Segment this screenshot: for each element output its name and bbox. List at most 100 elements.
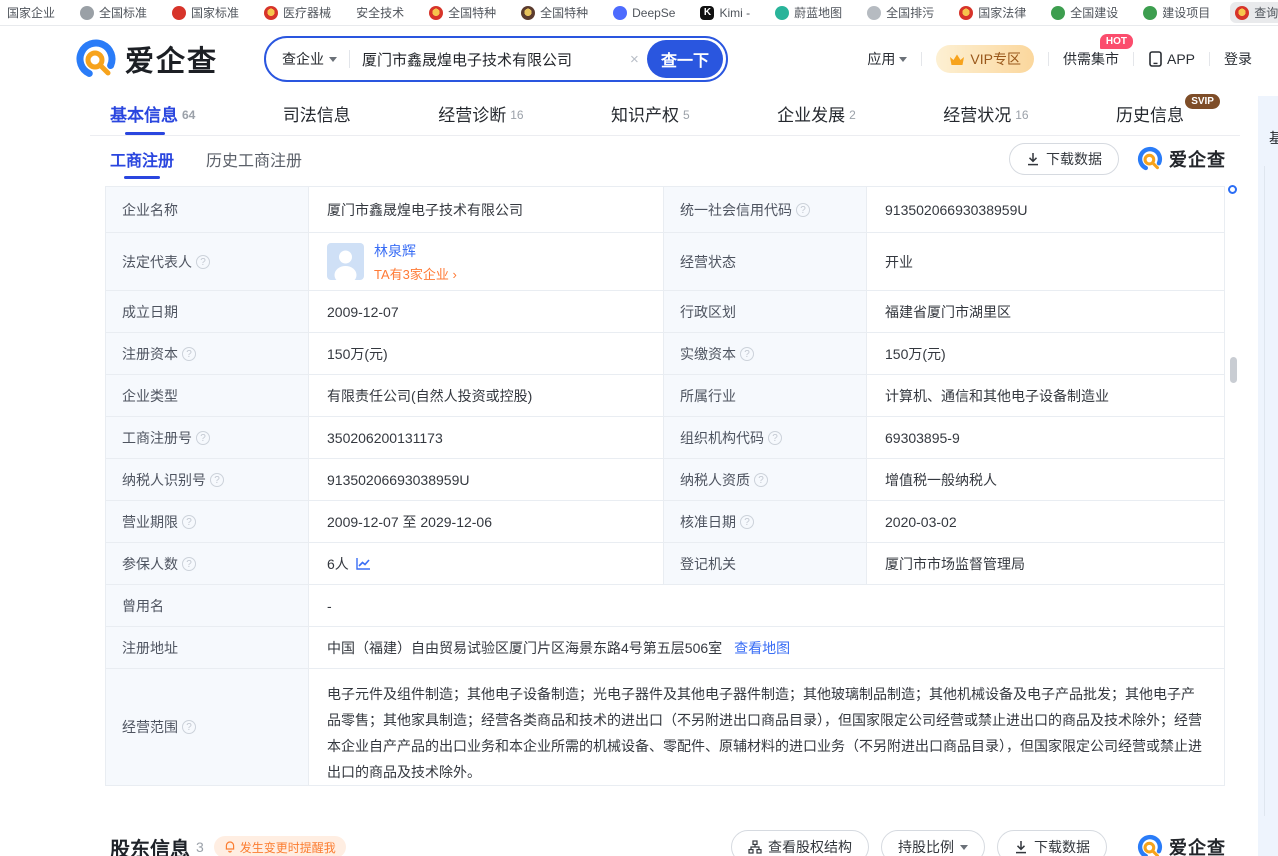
scrollbar-thumb[interactable] <box>1230 357 1237 383</box>
taxpayer-qualification-value: 增值税一般纳税人 <box>867 459 1226 500</box>
bookmark-item[interactable]: 国家标准 <box>167 2 244 23</box>
tab-company-development[interactable]: 企业发展2 <box>777 92 856 135</box>
help-icon[interactable] <box>196 255 210 269</box>
download-icon <box>1026 152 1040 166</box>
clear-search-icon[interactable]: × <box>630 51 639 68</box>
business-scope-value: 电子元件及组件制造；其他电子设备制造；光电子器件及其他电子器件制造；其他玻璃制品… <box>309 669 1224 785</box>
subtab-business-registration[interactable]: 工商注册 <box>110 139 174 179</box>
bookmark-item[interactable]: 全国建设 <box>1046 2 1123 23</box>
trend-chart-icon[interactable] <box>356 557 371 570</box>
registered-address-value: 中国（福建）自由贸易试验区厦门片区海景东路4号第五层506室 查看地图 <box>309 627 1224 668</box>
field-label: 法定代表人 <box>106 233 309 290</box>
org-code-value: 69303895-9 <box>867 417 1226 458</box>
table-row: 曾用名 - <box>106 585 1224 627</box>
bookmark-item[interactable]: 医疗器械 <box>259 2 336 23</box>
tab-history-info[interactable]: 历史信息 SVIP <box>1116 92 1184 135</box>
change-reminder-button[interactable]: 发生变更时提醒我 <box>214 836 346 856</box>
vip-zone-button[interactable]: VIP专区 <box>936 45 1034 73</box>
company-name-value: 厦门市鑫晟煌电子技术有限公司 <box>309 187 664 232</box>
anchor-current-dot[interactable] <box>1228 185 1237 194</box>
bookmark-item[interactable]: 国家法律 <box>954 2 1031 23</box>
shareholders-actions: 查看股权结构 持股比例 下载数据 爱企查 <box>731 830 1228 856</box>
chevron-down-icon <box>960 845 968 850</box>
tab-intellectual-property[interactable]: 知识产权5 <box>611 92 690 135</box>
shareholders-section-header: 股东信息 3 发生变更时提醒我 查看股权结构 持股比例 <box>90 830 1240 856</box>
tab-judicial-info[interactable]: 司法信息 <box>283 92 351 135</box>
help-icon[interactable] <box>740 515 754 529</box>
bookmark-item[interactable]: 全国排污 <box>862 2 939 23</box>
field-label: 纳税人识别号 <box>106 459 309 500</box>
avatar[interactable] <box>327 243 364 280</box>
bookmark-item[interactable]: 安全技术 <box>351 2 409 23</box>
anchor-nav-strip: 基 <box>1258 96 1278 856</box>
apps-menu[interactable]: 应用 <box>867 49 907 69</box>
view-equity-structure-button[interactable]: 查看股权结构 <box>731 830 869 856</box>
credit-code-value: 91350206693038959U <box>867 187 1226 232</box>
download-data-button[interactable]: 下载数据 <box>997 830 1107 856</box>
industry-value: 计算机、通信和其他电子设备制造业 <box>867 375 1226 416</box>
help-icon[interactable] <box>768 431 782 445</box>
tab-operating-status[interactable]: 经营状况16 <box>943 92 1028 135</box>
legal-rep-name-link[interactable]: 林泉辉 <box>374 243 416 259</box>
field-label: 注册地址 <box>106 627 309 668</box>
aiqicha-logo-icon <box>75 38 117 80</box>
download-data-button[interactable]: 下载数据 <box>1009 143 1119 175</box>
supply-market-link[interactable]: 供需集市 HOT <box>1063 49 1119 69</box>
table-row: 法定代表人 林泉辉 TA有3家企业 › 经营状态 开业 <box>106 233 1224 291</box>
divider <box>1133 52 1134 66</box>
help-icon[interactable] <box>796 203 810 217</box>
table-row: 参保人数 6人 登记机关 厦门市市场监督管理局 <box>106 543 1224 585</box>
tab-basic-info[interactable]: 基本信息64 <box>110 92 195 135</box>
bookmark-item[interactable]: 蔚蓝地图 <box>770 2 847 23</box>
table-row: 营业期限 2009-12-07 至 2029-12-06 核准日期 2020-0… <box>106 501 1224 543</box>
help-icon[interactable] <box>196 431 210 445</box>
aiqicha-watermark: 爱企查 <box>1137 146 1226 172</box>
registration-authority-value: 厦门市市场监督管理局 <box>867 543 1226 584</box>
crown-icon <box>949 53 965 66</box>
divider <box>921 52 922 66</box>
bookmark-item[interactable]: 全国标准 <box>75 2 152 23</box>
help-icon[interactable] <box>210 473 224 487</box>
help-icon[interactable] <box>182 347 196 361</box>
browser-bookmarks-bar: 国家企业 全国标准 国家标准 医疗器械 安全技术 全国特种 全国特种 DeepS… <box>0 0 1278 26</box>
bookmark-item[interactable]: 建设项目 <box>1138 2 1215 23</box>
green-favicon-icon <box>1051 6 1065 20</box>
subtab-history-registration[interactable]: 历史工商注册 <box>206 139 302 179</box>
bookmark-item[interactable]: 全国特种 <box>516 2 593 23</box>
help-icon[interactable] <box>182 720 196 734</box>
aiqicha-logo[interactable]: 爱企查 <box>75 38 218 80</box>
chevron-down-icon <box>899 57 907 62</box>
shareholding-ratio-dropdown[interactable]: 持股比例 <box>881 830 985 856</box>
bookmark-item[interactable]: KKimi - <box>695 4 755 22</box>
app-download-link[interactable]: APP <box>1148 51 1195 67</box>
search-category-dropdown[interactable]: 查企业 <box>282 49 337 69</box>
field-label: 企业类型 <box>106 375 309 416</box>
help-icon[interactable] <box>182 557 196 571</box>
badge-favicon-icon <box>521 6 535 20</box>
help-icon[interactable] <box>182 515 196 529</box>
table-row: 成立日期 2009-12-07 行政区划 福建省厦门市湖里区 <box>106 291 1224 333</box>
view-map-link[interactable]: 查看地图 <box>734 638 790 658</box>
bell-icon <box>224 841 236 853</box>
field-label: 参保人数 <box>106 543 309 584</box>
bookmark-item-active[interactable]: 查询服务 <box>1230 2 1278 23</box>
help-icon[interactable] <box>754 473 768 487</box>
search-button[interactable]: 查一下 <box>647 40 723 78</box>
bookmark-item[interactable]: DeepSe <box>608 4 680 22</box>
table-row: 纳税人识别号 91350206693038959U 纳税人资质 增值税一般纳税人 <box>106 459 1224 501</box>
section-tabs: 基本信息64 司法信息 经营诊断16 知识产权5 企业发展2 经营状况16 历史… <box>90 92 1240 136</box>
header-nav: 应用 VIP专区 供需集市 HOT APP 登录 <box>867 45 1252 73</box>
field-label: 曾用名 <box>106 585 309 626</box>
related-companies-link[interactable]: TA有3家企业 › <box>374 267 457 282</box>
registration-table: 企业名称 厦门市鑫晟煌电子技术有限公司 统一社会信用代码 91350206693… <box>105 186 1225 786</box>
bookmark-item[interactable]: 全国特种 <box>424 2 501 23</box>
search-input[interactable] <box>362 51 630 68</box>
field-label: 所属行业 <box>664 375 867 416</box>
download-icon <box>1014 840 1028 854</box>
help-icon[interactable] <box>740 347 754 361</box>
tab-business-diagnosis[interactable]: 经营诊断16 <box>438 92 523 135</box>
bookmark-item[interactable]: 国家企业 <box>2 2 60 23</box>
login-link[interactable]: 登录 <box>1224 49 1252 69</box>
globe-favicon-icon <box>80 6 94 20</box>
registered-capital-value: 150万(元) <box>309 333 664 374</box>
